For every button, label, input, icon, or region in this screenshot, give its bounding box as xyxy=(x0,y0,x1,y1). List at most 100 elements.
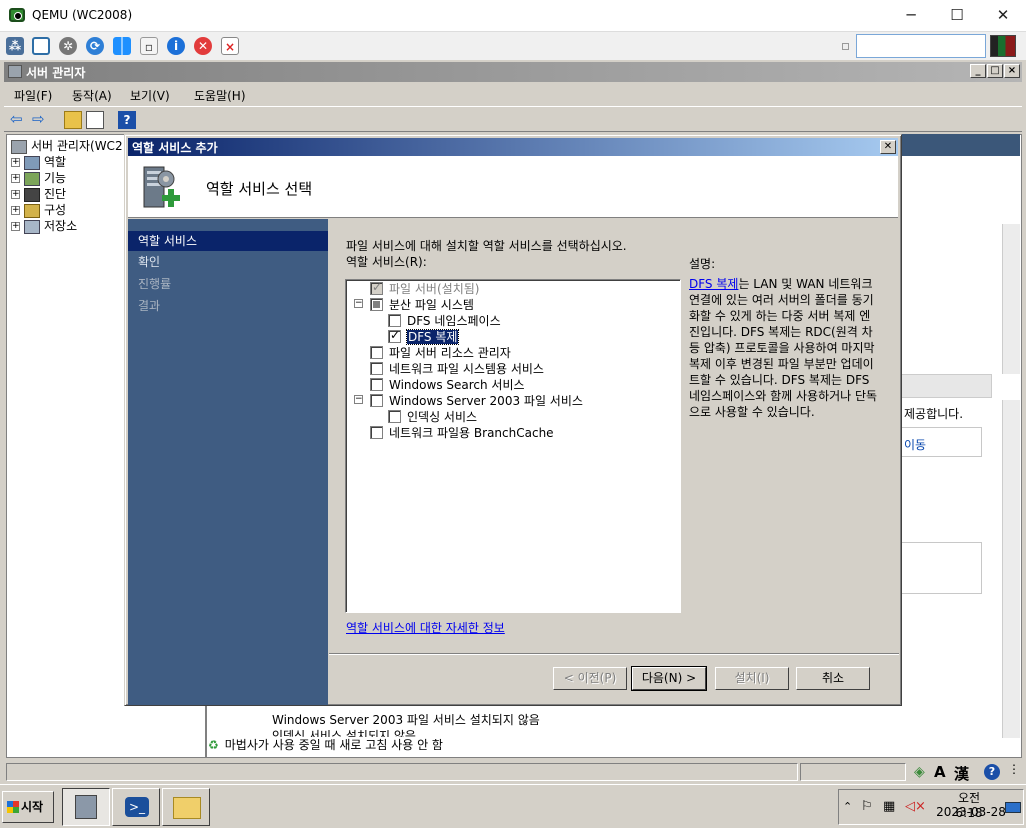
details-scrollbar-lower[interactable] xyxy=(1002,400,1020,738)
role-services-list: 파일 서버(설치됨) − 분산 파일 시스템 DFS 네임스페이스 DFS 복제… xyxy=(345,279,681,613)
gear-icon[interactable]: ✲ xyxy=(59,37,77,55)
ime-mode-icon[interactable]: A xyxy=(934,763,946,781)
expand-icon[interactable]: + xyxy=(11,190,20,199)
tree-item-label: 구성 xyxy=(44,203,67,217)
service-branchcache[interactable]: 네트워크 파일용 BranchCache xyxy=(370,424,554,440)
checkbox[interactable] xyxy=(370,346,383,359)
checkbox xyxy=(370,280,383,295)
info-icon[interactable]: i xyxy=(167,37,185,55)
service-label: DFS 네임스페이스 xyxy=(407,314,501,328)
host-close-button[interactable]: ✕ xyxy=(980,4,1026,28)
folder-up-icon[interactable] xyxy=(64,111,82,129)
dialog-heading: 역할 서비스 선택 xyxy=(206,180,313,198)
forward-arrow-icon[interactable]: ⇨ xyxy=(32,111,50,129)
more-info-link[interactable]: 역할 서비스에 대한 자세한 정보 xyxy=(346,619,505,636)
network-icon[interactable]: ▦ xyxy=(883,799,895,814)
show-desktop-icon[interactable] xyxy=(1005,802,1021,813)
ime-pad-icon[interactable]: ◈ xyxy=(914,764,925,780)
window-icon[interactable]: ▫ xyxy=(140,37,158,55)
taskbar-explorer[interactable] xyxy=(162,788,210,826)
nav-confirmation[interactable]: 확인 xyxy=(128,252,328,272)
menu-file[interactable]: 파일(F) xyxy=(14,87,52,104)
back-arrow-icon[interactable]: ⇦ xyxy=(10,111,28,129)
fullscreen-icon[interactable] xyxy=(32,37,50,55)
previous-button[interactable]: < 이전(P) xyxy=(553,667,627,690)
tree-item-label: 저장소 xyxy=(44,219,78,233)
sm-maximize-button[interactable]: □ xyxy=(987,64,1003,78)
dialog-close-button[interactable]: ✕ xyxy=(880,140,896,154)
tree-item-configuration[interactable]: + 구성 xyxy=(11,201,67,218)
help-icon[interactable]: ? xyxy=(984,764,1000,780)
sm-close-button[interactable]: × xyxy=(1004,64,1020,78)
qemu-app-icon xyxy=(9,8,25,22)
color-swatch-icon[interactable] xyxy=(990,35,1016,57)
host-minimize-button[interactable]: ─ xyxy=(888,4,934,28)
close-circle-icon[interactable]: ✕ xyxy=(194,37,212,55)
flag-icon[interactable]: ⚐ xyxy=(861,799,873,814)
next-button[interactable]: 다음(N) > xyxy=(631,666,707,691)
checkbox[interactable] xyxy=(388,410,401,423)
options-icon[interactable]: ⋮ xyxy=(1008,762,1020,776)
clock-date[interactable]: 2023-03-28 xyxy=(936,805,1006,819)
checkbox[interactable] xyxy=(388,314,401,327)
taskbar-server-manager[interactable] xyxy=(62,788,110,826)
description-label: 설명: xyxy=(689,257,716,271)
collapse-icon[interactable]: − xyxy=(354,395,363,404)
menu-action[interactable]: 동작(A) xyxy=(72,87,112,104)
expand-icon[interactable]: + xyxy=(11,174,20,183)
checkbox[interactable] xyxy=(388,328,401,343)
service-ws2003-file[interactable]: − Windows Server 2003 파일 서비스 xyxy=(354,392,583,408)
service-dfs-namespaces[interactable]: DFS 네임스페이스 xyxy=(388,312,501,328)
tree-item-label: 기능 xyxy=(44,171,67,185)
bg-move-link[interactable]: 이동 xyxy=(904,436,926,453)
tree-root[interactable]: 서버 관리자(WC2 xyxy=(11,137,123,154)
install-button[interactable]: 설치(I) xyxy=(715,667,789,690)
volume-muted-icon[interactable]: ◁× xyxy=(905,799,926,814)
configuration-icon xyxy=(24,203,40,218)
description-link[interactable]: DFS 복제 xyxy=(689,277,738,291)
taskbar-powershell[interactable]: >_ xyxy=(112,788,160,826)
tree-item-label: 역할 xyxy=(44,155,67,169)
roles-icon xyxy=(24,155,40,170)
service-label: 네트워크 파일 시스템용 서비스 xyxy=(389,362,544,376)
qemu-search-input[interactable] xyxy=(856,34,986,58)
help-icon[interactable]: ? xyxy=(118,111,136,129)
service-nfs[interactable]: 네트워크 파일 시스템용 서비스 xyxy=(370,360,544,376)
details-scrollbar-upper[interactable] xyxy=(1002,224,1020,374)
menu-help[interactable]: 도움말(H) xyxy=(194,87,246,104)
tray-expand-icon[interactable]: ⌃ xyxy=(843,800,852,813)
service-label: 네트워크 파일용 BranchCache xyxy=(389,426,554,440)
menu-view[interactable]: 보기(V) xyxy=(130,87,170,104)
server-add-icon xyxy=(143,166,180,208)
nav-role-services[interactable]: 역할 서비스 xyxy=(128,231,328,251)
tree-item-storage[interactable]: + 저장소 xyxy=(11,217,78,234)
tree-item-features[interactable]: + 기능 xyxy=(11,169,67,186)
settings-cluster-icon[interactable]: ⁂ xyxy=(6,37,24,55)
checkbox[interactable] xyxy=(370,426,383,439)
checkbox[interactable] xyxy=(370,394,383,407)
service-fsrm[interactable]: 파일 서버 리소스 관리자 xyxy=(370,344,511,360)
service-dfs[interactable]: − 분산 파일 시스템 xyxy=(354,296,474,312)
host-maximize-button[interactable]: ☐ xyxy=(934,4,980,28)
checkbox[interactable] xyxy=(370,298,383,311)
tree-item-diagnostics[interactable]: + 진단 xyxy=(11,185,66,202)
refresh-icon[interactable]: ⟳ xyxy=(86,37,104,55)
calendar-icon[interactable]: × xyxy=(221,37,239,55)
checkbox[interactable] xyxy=(370,378,383,391)
service-dfs-replication[interactable]: DFS 복제 xyxy=(388,328,460,345)
tree-item-roles[interactable]: + 역할 xyxy=(11,153,67,170)
expand-icon[interactable]: + xyxy=(11,222,20,231)
hanja-icon[interactable]: 漢 xyxy=(954,763,969,784)
expand-icon[interactable]: + xyxy=(11,158,20,167)
start-button[interactable]: 시작 xyxy=(2,791,54,823)
service-windows-search[interactable]: Windows Search 서비스 xyxy=(370,376,525,392)
checkbox[interactable] xyxy=(370,362,383,375)
windows-logo-icon[interactable] xyxy=(113,37,131,55)
service-label: 분산 파일 시스템 xyxy=(389,298,474,312)
service-indexing[interactable]: 인덱싱 서비스 xyxy=(388,408,477,424)
expand-icon[interactable]: + xyxy=(11,206,20,215)
collapse-icon[interactable]: − xyxy=(354,299,363,308)
cancel-button[interactable]: 취소 xyxy=(796,667,870,690)
console-tree-icon[interactable] xyxy=(86,111,104,129)
sm-minimize-button[interactable]: _ xyxy=(970,64,986,78)
